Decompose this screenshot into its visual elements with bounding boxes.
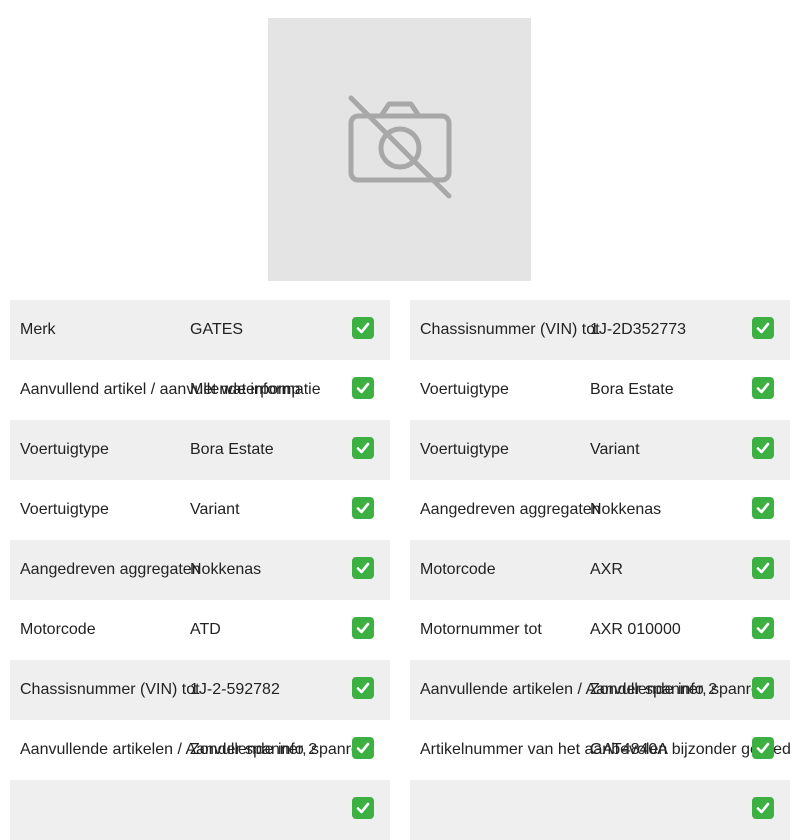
check-mark-icon <box>352 377 374 399</box>
check-mark-icon <box>352 437 374 459</box>
spec-table-left: Merk GATES Aanvullend artikel / aanvullend… <box>10 300 390 840</box>
spec-label: Aangedreven aggregaten <box>20 561 201 578</box>
product-image-placeholder <box>268 18 531 281</box>
check-mark-icon <box>752 437 774 459</box>
check-mark-icon <box>752 617 774 639</box>
check-mark-icon <box>352 617 374 639</box>
spec-row <box>410 780 790 840</box>
spec-value: AXR 010000 <box>590 621 681 638</box>
spec-label: Chassisnummer (VIN) tot <box>20 681 200 698</box>
spec-label: Voertuigtype <box>420 441 509 458</box>
spec-label: Chassisnummer (VIN) tot <box>420 321 600 338</box>
no-photo-camera-icon <box>345 92 455 207</box>
spec-value: GAT4840A <box>590 741 668 758</box>
check-mark-icon <box>752 737 774 759</box>
spec-row: Artikelnummer van het aanbevolen bijzond… <box>410 720 790 780</box>
spec-row: Motorcode ATD <box>10 600 390 660</box>
spec-value: Nokkenas <box>190 561 262 578</box>
spec-value: Zonder spanner, spanrol <box>590 681 764 698</box>
spec-row: Aanvullende artikelen / Aanvullende info… <box>10 720 390 780</box>
spec-row: Voertuigtype Variant <box>410 420 790 480</box>
check-mark-icon <box>752 797 774 819</box>
check-mark-icon <box>352 557 374 579</box>
spec-value: Bora Estate <box>190 441 274 458</box>
spec-row: Voertuigtype Variant <box>10 480 390 540</box>
spec-row <box>10 780 390 840</box>
spec-label: Voertuigtype <box>420 381 509 398</box>
spec-value: GATES <box>190 321 244 338</box>
spec-row: Motorcode AXR <box>410 540 790 600</box>
check-mark-icon <box>752 557 774 579</box>
check-mark-icon <box>752 317 774 339</box>
check-mark-icon <box>352 797 374 819</box>
spec-label: Motorcode <box>420 561 496 578</box>
spec-label: Motorcode <box>20 621 96 638</box>
spec-value: 1J-2D352773 <box>590 321 687 338</box>
spec-row: Chassisnummer (VIN) tot 1J-2-592782 <box>10 660 390 720</box>
spec-row: Voertuigtype Bora Estate <box>10 420 390 480</box>
spec-value: Met waterpomp <box>190 381 301 398</box>
spec-row: Voertuigtype Bora Estate <box>410 360 790 420</box>
spec-label: Voertuigtype <box>20 501 109 518</box>
spec-value: Variant <box>190 501 240 518</box>
spec-label: Merk <box>20 321 56 338</box>
check-mark-icon <box>752 677 774 699</box>
check-mark-icon <box>352 317 374 339</box>
spec-row: Chassisnummer (VIN) tot 1J-2D352773 <box>410 300 790 360</box>
check-mark-icon <box>752 497 774 519</box>
spec-value: Nokkenas <box>590 501 662 518</box>
spec-label: Voertuigtype <box>20 441 109 458</box>
check-mark-icon <box>752 377 774 399</box>
spec-value: Bora Estate <box>590 381 674 398</box>
spec-row: Aanvullende artikelen / Aanvullende info… <box>410 660 790 720</box>
spec-value: Zonder spanner, spanrol <box>190 741 364 758</box>
spec-label: Aangedreven aggregaten <box>420 501 601 518</box>
spec-value: 1J-2-592782 <box>190 681 280 698</box>
spec-row: Aanvullend artikel / aanvullende informa… <box>10 360 390 420</box>
spec-value: ATD <box>190 621 221 638</box>
check-mark-icon <box>352 497 374 519</box>
check-mark-icon <box>352 737 374 759</box>
spec-label: Motornummer tot <box>420 621 542 638</box>
spec-row: Merk GATES <box>10 300 390 360</box>
spec-table-right: Chassisnummer (VIN) tot 1J-2D352773 Voertu… <box>410 300 790 840</box>
spec-row: Aangedreven aggregaten Nokkenas <box>410 480 790 540</box>
check-mark-icon <box>352 677 374 699</box>
spec-row: Aangedreven aggregaten Nokkenas <box>10 540 390 600</box>
spec-row: Motornummer tot AXR 010000 <box>410 600 790 660</box>
spec-value: AXR <box>590 561 623 578</box>
spec-value: Variant <box>590 441 640 458</box>
